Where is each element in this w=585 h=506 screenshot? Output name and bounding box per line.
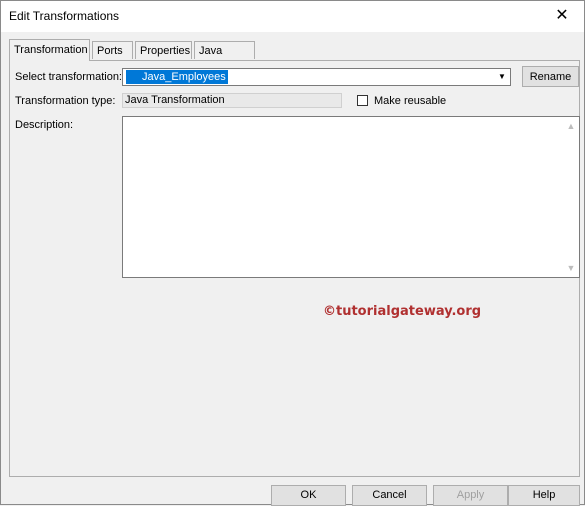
watermark: ©tutorialgateway.org bbox=[323, 304, 482, 319]
rename-button[interactable]: Rename bbox=[522, 66, 579, 87]
cancel-button[interactable]: Cancel bbox=[352, 485, 427, 506]
select-transformation-value: Java_Employees bbox=[126, 70, 228, 84]
help-button[interactable]: Help bbox=[508, 485, 580, 506]
window-title: Edit Transformations bbox=[9, 9, 120, 23]
edit-transformations-dialog: Edit Transformations ✕ Transformation Po… bbox=[0, 0, 585, 506]
make-reusable-label: Make reusable bbox=[374, 95, 447, 107]
tab-properties[interactable]: Properties bbox=[135, 41, 192, 59]
select-transformation-combo[interactable]: Java_Employees ▼ bbox=[122, 68, 511, 86]
transformation-type-label: Transformation type: bbox=[15, 95, 116, 107]
apply-button[interactable]: Apply bbox=[433, 485, 508, 506]
chevron-down-icon[interactable]: ▼ bbox=[494, 69, 510, 85]
scroll-up-icon[interactable]: ▲ bbox=[563, 119, 579, 133]
tab-transformation[interactable]: Transformation bbox=[9, 39, 90, 61]
close-icon[interactable]: ✕ bbox=[540, 1, 584, 31]
ok-button[interactable]: OK bbox=[271, 485, 346, 506]
title-bar: Edit Transformations ✕ bbox=[1, 1, 584, 32]
description-scrollbar[interactable]: ▲ ▼ bbox=[563, 117, 579, 277]
select-transformation-label: Select transformation: bbox=[15, 71, 122, 83]
description-textarea[interactable]: ▲ ▼ bbox=[122, 116, 580, 278]
tab-ports[interactable]: Ports bbox=[92, 41, 133, 59]
make-reusable-checkbox[interactable] bbox=[357, 95, 368, 106]
description-label: Description: bbox=[15, 119, 74, 131]
tab-java-code[interactable]: Java Code bbox=[194, 41, 255, 75]
scroll-down-icon[interactable]: ▼ bbox=[563, 261, 579, 275]
transformation-type-value: Java Transformation bbox=[122, 93, 342, 108]
